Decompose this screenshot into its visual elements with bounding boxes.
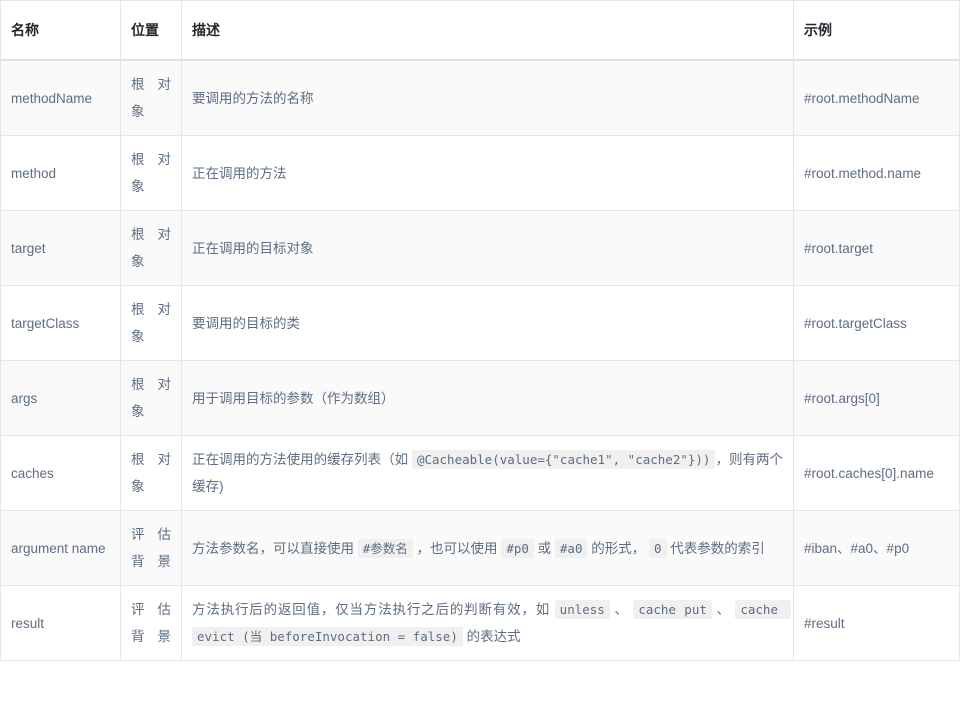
- description-text: 要调用的目标的类: [192, 310, 783, 337]
- description-text: 正在调用的方法使用的缓存列表（如 @Cacheable(value={"cach…: [192, 446, 783, 500]
- description-segment: 、: [610, 602, 633, 617]
- column-header-name: 名称: [1, 1, 121, 61]
- inline-code: cache put: [633, 600, 712, 619]
- description-segment: 、: [712, 602, 735, 617]
- spel-metadata-table: 名称 位置 描述 示例 methodName根 对 象要调用的方法的名称#roo…: [0, 0, 960, 661]
- inline-code: #参数名: [358, 539, 413, 558]
- cell-name: argument name: [1, 511, 121, 586]
- cell-position: 根 对 象: [121, 361, 182, 436]
- cell-name: args: [1, 361, 121, 436]
- cell-name: targetClass: [1, 286, 121, 361]
- description-text: 正在调用的目标对象: [192, 235, 783, 262]
- table-body: methodName根 对 象要调用的方法的名称#root.methodName…: [1, 60, 960, 661]
- inline-code: @Cacheable(value={"cache1", "cache2"})): [412, 450, 716, 469]
- description-segment: 的形式，: [587, 541, 649, 556]
- table-row: args根 对 象 用于调用目标的参数（作为数组） #root.args[0]: [1, 361, 960, 436]
- cell-position-label: 根 对 象: [131, 71, 171, 125]
- cell-position: 根 对 象: [121, 286, 182, 361]
- cell-example: #root.caches[0].name: [794, 436, 960, 511]
- description-text: 方法参数名，可以直接使用 #参数名 ，也可以使用 #p0 或 #a0 的形式， …: [192, 535, 783, 562]
- description-text: 方法执行后的返回值，仅当方法执行之后的判断有效，如 unless 、 cache…: [192, 596, 783, 650]
- cell-example: #root.methodName: [794, 60, 960, 136]
- cell-description: 要调用的方法的名称: [182, 60, 794, 136]
- table-row: argument name评 估 背景方法参数名，可以直接使用 #参数名 ，也可…: [1, 511, 960, 586]
- cell-description: 正在调用的方法使用的缓存列表（如 @Cacheable(value={"cach…: [182, 436, 794, 511]
- cell-description: 要调用的目标的类: [182, 286, 794, 361]
- cell-description: 方法参数名，可以直接使用 #参数名 ，也可以使用 #p0 或 #a0 的形式， …: [182, 511, 794, 586]
- cell-position-label: 根 对 象: [131, 296, 171, 350]
- column-header-example: 示例: [794, 1, 960, 61]
- cell-name: result: [1, 586, 121, 661]
- description-text: 正在调用的方法: [192, 160, 783, 187]
- cell-description: 正在调用的目标对象: [182, 211, 794, 286]
- cell-position-label: 评 估 背景: [131, 596, 171, 650]
- table-row: result评 估 背景方法执行后的返回值，仅当方法执行之后的判断有效，如 un…: [1, 586, 960, 661]
- cell-position: 根 对 象: [121, 436, 182, 511]
- cell-position-label: 根 对 象: [131, 221, 171, 275]
- cell-description: 用于调用目标的参数（作为数组）: [182, 361, 794, 436]
- cell-position: 根 对 象: [121, 60, 182, 136]
- inline-code: 0: [649, 539, 667, 558]
- description-segment: 要调用的方法的名称: [192, 91, 314, 106]
- cell-description: 方法执行后的返回值，仅当方法执行之后的判断有效，如 unless 、 cache…: [182, 586, 794, 661]
- cell-example: #root.targetClass: [794, 286, 960, 361]
- description-segment: 用于调用目标的参数（作为数组）: [192, 391, 395, 406]
- description-segment: 正在调用的方法使用的缓存列表（如: [192, 452, 412, 467]
- cell-name: method: [1, 136, 121, 211]
- cell-example: #result: [794, 586, 960, 661]
- column-header-description: 描述: [182, 1, 794, 61]
- cell-example: #root.method.name: [794, 136, 960, 211]
- description-segment: 方法参数名，可以直接使用: [192, 541, 358, 556]
- cell-position-label: 根 对 象: [131, 146, 171, 200]
- cell-position-label: 评 估 背景: [131, 521, 171, 575]
- description-segment: 正在调用的方法: [192, 166, 287, 181]
- description-segment: 或: [534, 541, 555, 556]
- cell-name: caches: [1, 436, 121, 511]
- description-segment: 的表达式: [463, 629, 521, 644]
- description-segment: ，也可以使用: [413, 541, 502, 556]
- inline-code: #a0: [555, 539, 588, 558]
- description-segment: 要调用的目标的类: [192, 316, 300, 331]
- cell-position: 评 估 背景: [121, 511, 182, 586]
- cell-position: 根 对 象: [121, 136, 182, 211]
- description-text: 用于调用目标的参数（作为数组）: [192, 385, 783, 412]
- table-row: target根 对 象 正在调用的目标对象 #root.target: [1, 211, 960, 286]
- cell-example: #root.target: [794, 211, 960, 286]
- table-header-row: 名称 位置 描述 示例: [1, 1, 960, 61]
- cell-example: #iban、#a0、#p0: [794, 511, 960, 586]
- description-text: 要调用的方法的名称: [192, 85, 783, 112]
- cell-position: 根 对 象: [121, 211, 182, 286]
- description-segment: 代表参数的索引: [667, 541, 765, 556]
- inline-code: unless: [555, 600, 610, 619]
- cell-position: 评 估 背景: [121, 586, 182, 661]
- table-row: methodName根 对 象 要调用的方法的名称 #root.methodName: [1, 60, 960, 136]
- cell-name: target: [1, 211, 121, 286]
- description-segment: 方法执行后的返回值，仅当方法执行之后的判断有效，如: [192, 602, 555, 617]
- cell-position-label: 根 对 象: [131, 446, 171, 500]
- table-row: method根 对 象 正在调用的方法 #root.method.name: [1, 136, 960, 211]
- cell-description: 正在调用的方法: [182, 136, 794, 211]
- cell-position-label: 根 对 象: [131, 371, 171, 425]
- column-header-position: 位置: [121, 1, 182, 61]
- cell-example: #root.args[0]: [794, 361, 960, 436]
- description-segment: 正在调用的目标对象: [192, 241, 314, 256]
- inline-code: #p0: [501, 539, 534, 558]
- table-row: caches根 对 象正在调用的方法使用的缓存列表（如 @Cacheable(v…: [1, 436, 960, 511]
- cell-name: methodName: [1, 60, 121, 136]
- table-row: targetClass根 对 象 要调用的目标的类 #root.targetClas…: [1, 286, 960, 361]
- table-header: 名称 位置 描述 示例: [1, 1, 960, 61]
- spel-reference-table-wrapper: 名称 位置 描述 示例 methodName根 对 象要调用的方法的名称#roo…: [0, 0, 963, 661]
